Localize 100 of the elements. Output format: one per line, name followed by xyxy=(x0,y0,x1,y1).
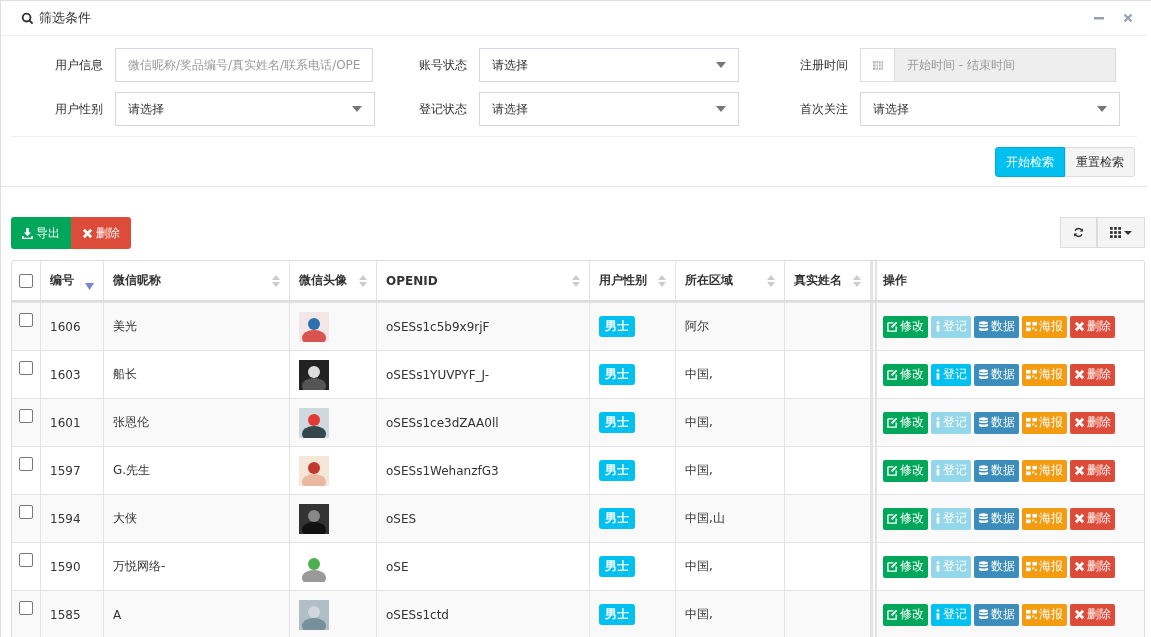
data-button[interactable]: 数据 xyxy=(974,459,1019,482)
close-icon[interactable] xyxy=(1123,13,1133,23)
caret-icon xyxy=(1124,230,1132,235)
info-icon xyxy=(935,609,941,620)
row-checkbox[interactable] xyxy=(19,361,33,375)
column-header[interactable]: 操作 xyxy=(883,272,907,289)
user-info-field[interactable]: 微信昵称/奖品编号/真实姓名/联系电话/OPE xyxy=(115,48,373,82)
edit-button[interactable]: 修改 xyxy=(883,315,928,338)
field-label: 用户信息 xyxy=(54,56,104,74)
table-cell: 船长 xyxy=(113,366,137,383)
row-delete-button[interactable]: 删除 xyxy=(1070,459,1115,482)
reset-search-button[interactable]: 重置检索 xyxy=(1065,147,1135,177)
data-button[interactable]: 数据 xyxy=(974,411,1019,434)
edit-button[interactable]: 修改 xyxy=(883,363,928,386)
table-cell: oSE xyxy=(386,559,409,574)
select-field[interactable]: 请选择 xyxy=(860,92,1120,126)
column-header[interactable]: 微信头像 xyxy=(299,272,347,289)
edit-button[interactable]: 修改 xyxy=(883,555,928,578)
edit-icon xyxy=(887,321,898,332)
edit-button[interactable]: 修改 xyxy=(883,459,928,482)
table-cell: A xyxy=(113,607,122,622)
row-checkbox[interactable] xyxy=(19,553,33,567)
select-field[interactable]: 请选择 xyxy=(479,92,739,126)
info-icon xyxy=(935,417,941,428)
close-icon xyxy=(1074,465,1085,476)
calendar-icon xyxy=(871,59,884,71)
column-header[interactable]: 微信昵称 xyxy=(113,272,161,289)
register-button[interactable]: 登记 xyxy=(931,363,971,386)
table-cell: 1594 xyxy=(50,511,81,526)
caret-icon xyxy=(716,106,726,112)
refresh-button[interactable] xyxy=(1060,217,1097,248)
column-header[interactable]: 用户性别 xyxy=(599,272,647,289)
date-range-field[interactable]: 开始时间 - 结束时间 xyxy=(860,48,1116,82)
edit-button[interactable]: 修改 xyxy=(883,507,928,530)
qrcode-icon xyxy=(1026,417,1037,428)
poster-button[interactable]: 海报 xyxy=(1022,363,1067,386)
database-icon xyxy=(978,561,989,572)
data-button[interactable]: 数据 xyxy=(974,315,1019,338)
poster-button[interactable]: 海报 xyxy=(1022,603,1067,626)
columns-button[interactable] xyxy=(1097,217,1145,248)
row-checkbox[interactable] xyxy=(19,505,33,519)
row-delete-button[interactable]: 删除 xyxy=(1070,363,1115,386)
poster-button[interactable]: 海报 xyxy=(1022,411,1067,434)
data-button[interactable]: 数据 xyxy=(974,603,1019,626)
info-icon xyxy=(935,513,941,524)
row-delete-button[interactable]: 删除 xyxy=(1070,411,1115,434)
field-label: 登记状态 xyxy=(418,100,468,118)
qrcode-icon xyxy=(1026,465,1037,476)
row-delete-button[interactable]: 删除 xyxy=(1070,315,1115,338)
poster-button[interactable]: 海报 xyxy=(1022,555,1067,578)
poster-button[interactable]: 海报 xyxy=(1022,315,1067,338)
column-header[interactable]: 所在区域 xyxy=(685,272,733,289)
gender-badge: 男士 xyxy=(599,556,635,577)
database-icon xyxy=(978,417,989,428)
select-field[interactable]: 请选择 xyxy=(479,48,739,82)
data-button[interactable]: 数据 xyxy=(974,507,1019,530)
search-icon xyxy=(21,11,34,25)
table-cell: 美光 xyxy=(113,318,137,335)
row-checkbox[interactable] xyxy=(19,457,33,471)
row-delete-button[interactable]: 删除 xyxy=(1070,603,1115,626)
edit-icon xyxy=(887,417,898,428)
select-field[interactable]: 请选择 xyxy=(115,92,375,126)
start-search-button[interactable]: 开始检索 xyxy=(995,147,1065,177)
data-button[interactable]: 数据 xyxy=(974,555,1019,578)
data-button[interactable]: 数据 xyxy=(974,363,1019,386)
row-checkbox[interactable] xyxy=(19,409,33,423)
row-delete-button[interactable]: 删除 xyxy=(1070,507,1115,530)
poster-button[interactable]: 海报 xyxy=(1022,507,1067,530)
close-icon xyxy=(1074,369,1085,380)
table-cell: 1597 xyxy=(50,463,81,478)
info-icon xyxy=(935,369,941,380)
gender-badge: 男士 xyxy=(599,460,635,481)
row-checkbox[interactable] xyxy=(19,313,33,327)
column-header[interactable]: OPENID xyxy=(386,273,438,288)
table-cell: 万悦网络- xyxy=(113,558,166,575)
table-cell: 中国,山 xyxy=(685,510,725,527)
table-cell: oSESs1ctd xyxy=(386,607,449,622)
register-button[interactable]: 登记 xyxy=(931,603,971,626)
table-cell: 中国, xyxy=(685,366,713,383)
gender-badge: 男士 xyxy=(599,508,635,529)
table-cell: oSES xyxy=(386,511,417,526)
column-header[interactable]: 编号 xyxy=(50,272,74,289)
poster-button[interactable]: 海报 xyxy=(1022,459,1067,482)
database-icon xyxy=(978,321,989,332)
select-all-checkbox[interactable] xyxy=(19,273,33,288)
edit-button[interactable]: 修改 xyxy=(883,603,928,626)
database-icon xyxy=(978,609,989,620)
row-checkbox[interactable] xyxy=(19,601,33,615)
column-header[interactable]: 真实姓名 xyxy=(794,272,842,289)
database-icon xyxy=(978,513,989,524)
close-icon xyxy=(1074,513,1085,524)
table-cell: oSESs1WehanzfG3 xyxy=(386,463,499,478)
edit-button[interactable]: 修改 xyxy=(883,411,928,434)
row-delete-button[interactable]: 删除 xyxy=(1070,555,1115,578)
close-icon xyxy=(1074,321,1085,332)
table-cell: 1601 xyxy=(50,415,81,430)
qrcode-icon xyxy=(1026,561,1037,572)
delete-button[interactable]: 删除 xyxy=(71,217,131,249)
export-button[interactable]: 导出 xyxy=(11,217,71,249)
field-label: 注册时间 xyxy=(799,56,849,74)
